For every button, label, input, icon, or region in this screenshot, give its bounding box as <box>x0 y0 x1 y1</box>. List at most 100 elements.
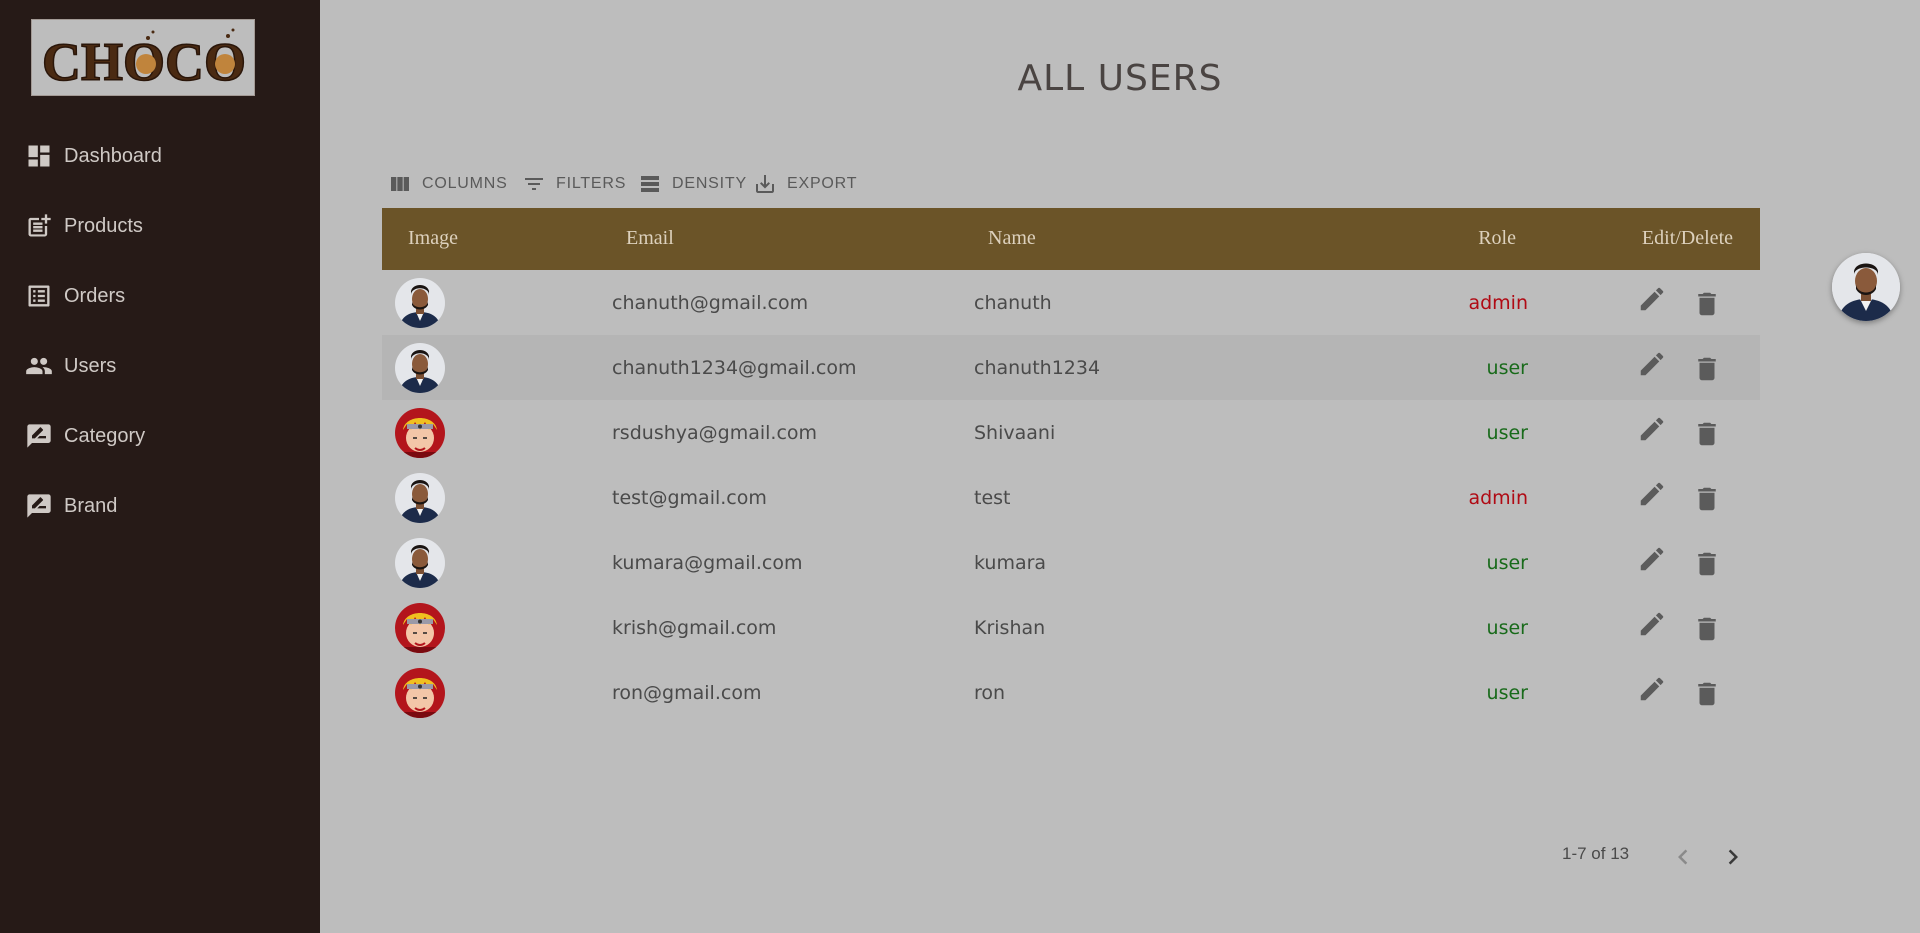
role-cell: user <box>1486 552 1528 574</box>
density-button[interactable]: DENSITY <box>638 170 747 198</box>
table-row[interactable]: chanuth1234@gmail.com chanuth1234 user <box>382 335 1760 400</box>
column-header-role[interactable]: Role <box>1478 227 1516 250</box>
email-cell: ron@gmail.com <box>612 682 762 704</box>
table-row[interactable]: test@gmail.com test admin <box>382 465 1760 530</box>
name-cell: chanuth1234 <box>974 357 1101 379</box>
density-label: DENSITY <box>672 175 747 192</box>
avatar <box>395 343 445 393</box>
delete-button[interactable] <box>1692 419 1722 449</box>
column-header-email[interactable]: Email <box>626 227 674 250</box>
edit-icon <box>1640 287 1664 311</box>
user-photo-icon <box>1832 253 1900 321</box>
name-cell: Krishan <box>974 617 1046 639</box>
name-cell: kumara <box>974 552 1047 574</box>
choco-logo-icon: CHOCO <box>41 28 247 93</box>
delete-icon <box>1698 292 1716 316</box>
density-icon <box>641 176 659 192</box>
name-cell: test <box>974 487 1011 509</box>
sidebar-item-category[interactable]: Category <box>0 411 320 461</box>
avatar <box>395 408 445 458</box>
delete-icon <box>1698 682 1716 706</box>
delete-icon <box>1698 617 1716 641</box>
anime-avatar-icon <box>395 408 445 458</box>
pagination-range: 1-7 of 13 <box>1562 844 1630 863</box>
sidebar-item-products[interactable]: Products <box>0 201 320 251</box>
column-header-actions[interactable]: Edit/Delete <box>1642 227 1733 250</box>
email-cell: chanuth1234@gmail.com <box>612 357 857 379</box>
delete-icon <box>1698 357 1716 381</box>
email-cell: test@gmail.com <box>612 487 767 509</box>
name-cell: ron <box>974 682 1006 704</box>
table-row[interactable]: kumara@gmail.com kumara user <box>382 530 1760 595</box>
column-header-image[interactable]: Image <box>408 227 458 250</box>
email-cell: krish@gmail.com <box>612 617 777 639</box>
column-header-name[interactable]: Name <box>988 227 1036 250</box>
export-button[interactable]: EXPORT <box>753 170 857 198</box>
name-cell: chanuth <box>974 292 1052 314</box>
edit-icon <box>1640 482 1664 506</box>
man-avatar-icon <box>395 343 445 393</box>
edit-button[interactable] <box>1637 414 1667 444</box>
sidebar-item-brand[interactable]: Brand <box>0 481 320 531</box>
delete-button[interactable] <box>1692 679 1722 709</box>
next-page-button[interactable] <box>1718 842 1748 872</box>
edit-icon <box>1640 547 1664 571</box>
edit-button[interactable] <box>1637 284 1667 314</box>
table-row[interactable]: rsdushya@gmail.com Shivaani user <box>382 400 1760 465</box>
brand-logo[interactable]: CHOCO <box>31 19 255 96</box>
delete-icon <box>1698 487 1716 511</box>
role-cell: user <box>1486 617 1528 639</box>
edit-button[interactable] <box>1637 544 1667 574</box>
list-alt-icon <box>28 285 50 307</box>
dashboard-icon <box>28 145 50 167</box>
table-row[interactable]: chanuth@gmail.com chanuth admin <box>382 270 1760 335</box>
edit-icon <box>1640 612 1664 636</box>
sidebar-item-label: Products <box>64 214 143 237</box>
download-icon <box>756 175 774 193</box>
name-cell: Shivaani <box>974 422 1056 444</box>
delete-button[interactable] <box>1692 484 1722 514</box>
edit-icon <box>1640 352 1664 376</box>
email-cell: chanuth@gmail.com <box>612 292 809 314</box>
filters-button[interactable]: FILTERS <box>522 170 626 198</box>
sidebar-item-dashboard[interactable]: Dashboard <box>0 131 320 181</box>
email-cell: kumara@gmail.com <box>612 552 803 574</box>
table-row[interactable]: ron@gmail.com ron user <box>382 660 1760 725</box>
man-avatar-icon <box>395 278 445 328</box>
sidebar-item-label: Brand <box>64 494 118 517</box>
avatar <box>395 278 445 328</box>
previous-page-button[interactable] <box>1668 842 1698 872</box>
delete-button[interactable] <box>1692 549 1722 579</box>
delete-button[interactable] <box>1692 289 1722 319</box>
filters-label: FILTERS <box>556 175 627 192</box>
role-cell: user <box>1486 357 1528 379</box>
table-row[interactable]: krish@gmail.com Krishan user <box>382 595 1760 660</box>
edit-button[interactable] <box>1637 479 1667 509</box>
delete-button[interactable] <box>1692 614 1722 644</box>
delete-button[interactable] <box>1692 354 1722 384</box>
edit-button[interactable] <box>1637 674 1667 704</box>
edit-button[interactable] <box>1637 609 1667 639</box>
people-icon <box>26 357 52 375</box>
anime-avatar-icon <box>395 603 445 653</box>
export-label: EXPORT <box>787 175 858 192</box>
post-add-icon <box>28 214 51 237</box>
role-cell: admin <box>1468 487 1528 509</box>
delete-icon <box>1698 552 1716 576</box>
sidebar-item-users[interactable]: Users <box>0 341 320 391</box>
avatar <box>395 668 445 718</box>
sidebar-item-orders[interactable]: Orders <box>0 271 320 321</box>
edit-button[interactable] <box>1637 349 1667 379</box>
filter-list-icon <box>525 178 543 190</box>
avatar <box>395 538 445 588</box>
man-avatar-icon <box>395 473 445 523</box>
edit-icon <box>1640 677 1664 701</box>
email-cell: rsdushya@gmail.com <box>612 422 818 444</box>
role-cell: user <box>1486 422 1528 444</box>
account-avatar[interactable] <box>1832 253 1900 321</box>
role-cell: user <box>1486 682 1528 704</box>
sidebar-item-label: Category <box>64 424 146 447</box>
columns-button[interactable]: COLUMNS <box>388 170 508 198</box>
page-title: ALL USERS <box>1017 58 1223 99</box>
rate-review-icon <box>27 424 51 448</box>
